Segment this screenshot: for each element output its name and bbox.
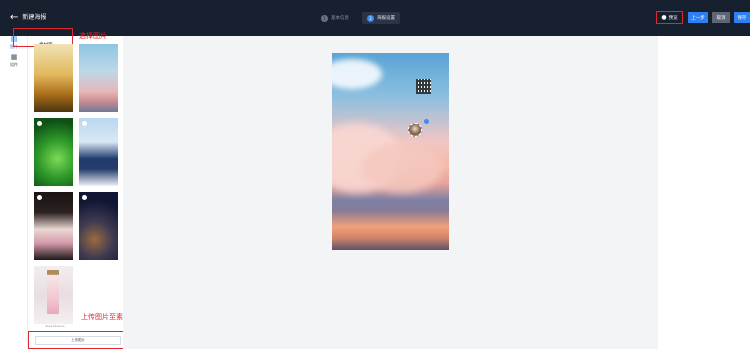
material-thumbnail[interactable] (34, 118, 73, 186)
select-radio[interactable] (37, 121, 42, 126)
preview-label: 预览 (668, 15, 678, 21)
step-poster-settings[interactable]: 2 海报设置 (362, 12, 400, 24)
page-title: 新建海报 (22, 14, 47, 21)
rail-item-component[interactable]: ▦ 组件 (4, 54, 24, 68)
back-button[interactable]: ← 新建海报 (10, 11, 46, 25)
select-radio[interactable] (37, 195, 42, 200)
step-indicator: 1 基本信息 2 海报设置 (316, 12, 400, 24)
tool-rail: ▤ 图片 ▦ 组件 (0, 36, 28, 349)
annotation-select-image: 选择图片 (79, 32, 107, 40)
material-thumbnail[interactable] (34, 266, 73, 324)
step-label: 基本信息 (331, 16, 349, 21)
perfume-bottle-image (47, 270, 59, 314)
avatar[interactable] (408, 123, 422, 137)
back-arrow-icon: ← (10, 12, 19, 23)
step-basic-info[interactable]: 1 基本信息 (316, 12, 354, 24)
qr-code-icon[interactable] (416, 79, 431, 94)
material-thumbnail[interactable] (79, 118, 118, 186)
poster-preview[interactable] (332, 53, 449, 250)
sea-background (332, 211, 449, 250)
upload-image-button[interactable]: 上传图片 (35, 336, 121, 345)
avatar-edit-badge[interactable] (424, 119, 429, 124)
properties-panel (658, 44, 750, 345)
material-thumbnail[interactable] (79, 192, 118, 260)
cancel-button[interactable]: 取消 (712, 12, 730, 23)
step-number: 2 (367, 14, 374, 22)
preview-button[interactable]: ● 预览 (656, 11, 683, 24)
cloud-shape (332, 59, 382, 89)
top-bar: ← 新建海报 1 基本信息 2 海报设置 ● 预览 上一步 取消 保存 (0, 0, 750, 36)
step-label: 海报设置 (377, 16, 395, 21)
previous-step-button[interactable]: 上一步 (688, 12, 708, 23)
material-thumbnail[interactable] (79, 44, 118, 112)
grid-icon: ▦ (10, 53, 18, 61)
cloud-shape (362, 143, 442, 193)
select-radio[interactable] (82, 195, 87, 200)
step-number: 1 (321, 14, 328, 22)
thumbnail-caption: Rose Essence (45, 324, 65, 328)
eye-icon: ● (661, 14, 667, 21)
save-button[interactable]: 保存 (734, 12, 750, 23)
material-thumbnail[interactable] (34, 44, 73, 112)
select-radio[interactable] (82, 121, 87, 126)
material-thumbnail[interactable] (34, 192, 73, 260)
rail-item-label: 组件 (10, 62, 18, 67)
